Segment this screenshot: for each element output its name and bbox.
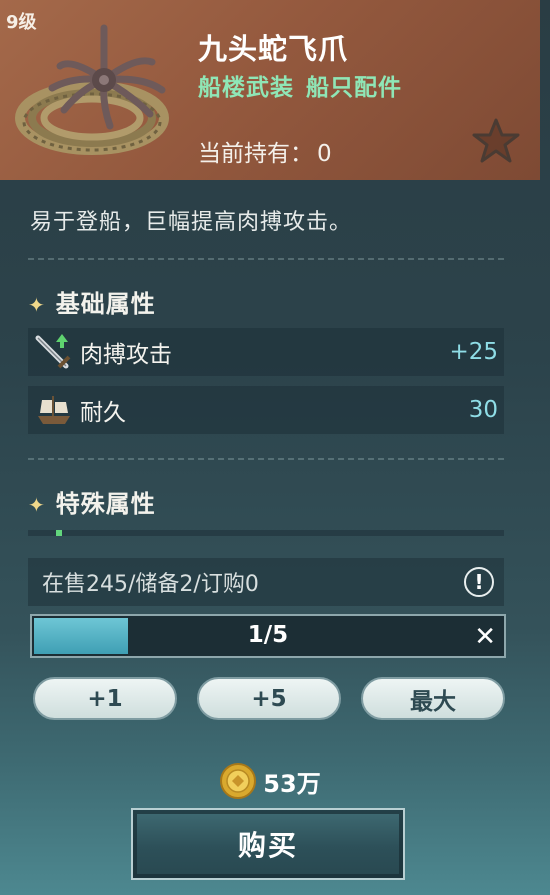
- special-attributes-title: ✦ 特殊属性: [28, 490, 156, 518]
- item-description: 易于登船，巨幅提高肉搏攻击。: [30, 210, 353, 235]
- max-button[interactable]: 最大: [361, 677, 505, 720]
- item-tags: 船楼武装 船只配件: [198, 68, 402, 102]
- price: 53万: [0, 762, 540, 800]
- attribute-label: 耐久: [80, 400, 126, 426]
- owned-count: 当前持有： 0: [198, 134, 332, 168]
- owned-label: 当前持有：: [198, 141, 313, 167]
- owned-value: 0: [317, 141, 332, 167]
- item-name: 九头蛇飞爪: [198, 32, 349, 66]
- item-tag: 船只配件: [306, 75, 402, 101]
- attribute-value: +25: [449, 339, 498, 365]
- attribute-row: 耐久 30: [28, 386, 504, 434]
- attribute-row-clipped: [28, 530, 504, 536]
- stock-info: 在售245/储备2/订购0 !: [28, 558, 504, 606]
- ship-icon: [38, 396, 70, 424]
- add-one-button[interactable]: +1: [33, 677, 177, 720]
- price-value: 53万: [263, 769, 321, 798]
- close-icon[interactable]: ✕: [474, 622, 496, 652]
- grappling-hook-icon: [15, 24, 169, 155]
- quantity-slider[interactable]: 1/5 ✕: [30, 614, 506, 658]
- item-tag: 船楼武装: [198, 75, 294, 101]
- attribute-value: 30: [468, 397, 498, 423]
- basic-attributes-title: ✦ 基础属性: [28, 290, 156, 318]
- coin-icon: [220, 763, 257, 799]
- favorite-star-icon[interactable]: [470, 116, 522, 166]
- info-icon[interactable]: !: [464, 567, 494, 597]
- divider: [28, 458, 504, 460]
- arrow-up-icon: [56, 530, 62, 536]
- sparkle-icon: ✦: [28, 293, 46, 317]
- divider: [28, 258, 504, 260]
- attribute-row: 肉搏攻击 +25: [28, 328, 504, 376]
- stock-text: 在售245/储备2/订购0: [42, 572, 259, 597]
- sword-icon: [35, 334, 71, 369]
- attribute-label: 肉搏攻击: [80, 342, 172, 368]
- item-header: 9级 九头蛇飞爪 船楼武装 船只配件 当前持有： 0: [0, 0, 540, 180]
- quantity-text: 1/5: [247, 622, 289, 648]
- buy-button[interactable]: 购买: [131, 808, 405, 880]
- buy-button-label: 购买: [237, 829, 298, 862]
- sparkle-icon: ✦: [28, 493, 46, 517]
- add-five-button[interactable]: +5: [197, 677, 341, 720]
